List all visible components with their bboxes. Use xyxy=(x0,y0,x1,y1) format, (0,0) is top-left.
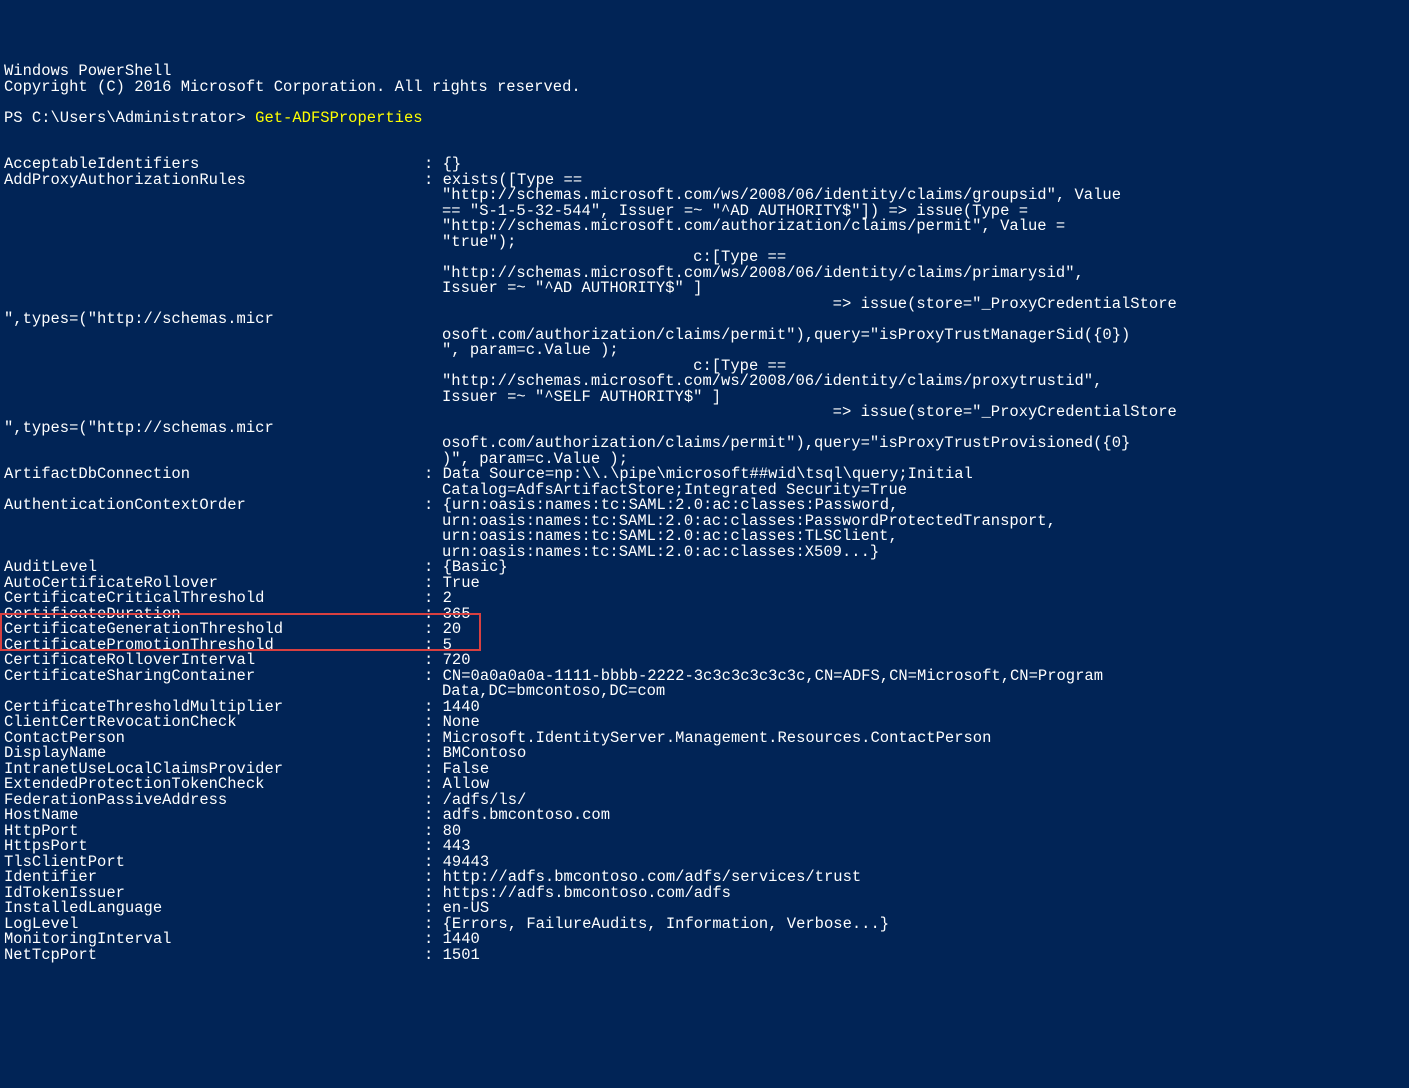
property-value-cont: osoft.com/authorization/claims/permit"),… xyxy=(4,436,1405,452)
property-row: HostName: adfs.bmcontoso.com xyxy=(4,808,1405,824)
property-value: 20 xyxy=(443,622,1405,638)
property-value: 443 xyxy=(443,839,1405,855)
property-value: 1440 xyxy=(443,700,1405,716)
property-value: {Errors, FailureAudits, Information, Ver… xyxy=(443,917,1405,933)
property-value: {} xyxy=(443,157,1405,173)
prompt-line[interactable]: PS C:\Users\Administrator> Get-ADFSPrope… xyxy=(4,111,1405,127)
property-key: AddProxyAuthorizationRules xyxy=(4,173,424,189)
property-value-cont: osoft.com/authorization/claims/permit"),… xyxy=(4,328,1405,344)
property-value: 5 xyxy=(443,638,1405,654)
property-row: HttpPort: 80 xyxy=(4,824,1405,840)
property-row: LogLevel: {Errors, FailureAudits, Inform… xyxy=(4,917,1405,933)
property-separator: : xyxy=(424,467,443,483)
property-value: {Basic} xyxy=(443,560,1405,576)
property-key: CertificateSharingContainer xyxy=(4,669,424,685)
property-value: False xyxy=(443,762,1405,778)
command-text: Get-ADFSProperties xyxy=(255,109,422,127)
property-row: MonitoringInterval: 1440 xyxy=(4,932,1405,948)
property-row: NetTcpPort: 1501 xyxy=(4,948,1405,964)
property-separator: : xyxy=(424,669,443,685)
property-value: adfs.bmcontoso.com xyxy=(443,808,1405,824)
property-key: NetTcpPort xyxy=(4,948,424,964)
prompt-prefix: PS C:\Users\Administrator> xyxy=(4,109,255,127)
property-value: 1440 xyxy=(443,932,1405,948)
property-value-cont: urn:oasis:names:tc:SAML:2.0:ac:classes:X… xyxy=(4,545,1405,561)
property-separator: : xyxy=(424,948,443,964)
property-row: FederationPassiveAddress: /adfs/ls/ xyxy=(4,793,1405,809)
property-key: AuthenticationContextOrder xyxy=(4,498,424,514)
blank-line xyxy=(4,126,1405,142)
copyright-line: Copyright (C) 2016 Microsoft Corporation… xyxy=(4,80,1405,96)
property-row: CertificateCriticalThreshold: 2 xyxy=(4,591,1405,607)
property-value: 365 xyxy=(443,607,1405,623)
property-value: 1501 xyxy=(443,948,1405,964)
property-row: CertificateSharingContainer: CN=0a0a0a0a… xyxy=(4,669,1405,685)
property-value: 2 xyxy=(443,591,1405,607)
powershell-terminal[interactable]: Windows PowerShellCopyright (C) 2016 Mic… xyxy=(4,64,1405,963)
property-value: BMContoso xyxy=(443,746,1405,762)
property-value: Allow xyxy=(443,777,1405,793)
property-row: HttpsPort: 443 xyxy=(4,839,1405,855)
property-row: ContactPerson: Microsoft.IdentityServer.… xyxy=(4,731,1405,747)
property-separator: : xyxy=(424,173,443,189)
property-value: 80 xyxy=(443,824,1405,840)
property-row: IdTokenIssuer: https://adfs.bmcontoso.co… xyxy=(4,886,1405,902)
property-value: True xyxy=(443,576,1405,592)
property-value-cont: "http://schemas.microsoft.com/authorizat… xyxy=(4,219,1405,235)
property-key: ArtifactDbConnection xyxy=(4,467,424,483)
blank-line xyxy=(4,142,1405,158)
property-value: https://adfs.bmcontoso.com/adfs xyxy=(443,886,1405,902)
property-separator: : xyxy=(424,498,443,514)
property-value: Microsoft.IdentityServer.Management.Reso… xyxy=(443,731,1405,747)
property-value-cont: "http://schemas.microsoft.com/ws/2008/06… xyxy=(4,266,1405,282)
